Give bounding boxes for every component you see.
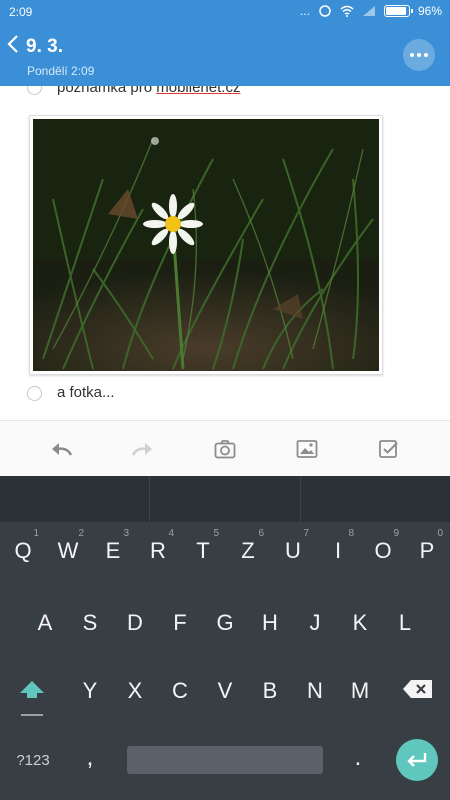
key-e[interactable]: 3E (93, 528, 133, 564)
note-date-title: 9. 3. (26, 36, 63, 57)
note-link[interactable]: mobilenet.cz (156, 86, 240, 96)
comma-key[interactable]: , (72, 744, 108, 772)
key-f[interactable]: F (160, 610, 200, 636)
keyboard-row-2: A S D F G H J K L (0, 610, 450, 650)
key-s[interactable]: S (70, 610, 110, 636)
attached-photo[interactable] (29, 115, 383, 375)
key-x[interactable]: X (115, 678, 155, 704)
key-i[interactable]: 8I (318, 528, 358, 564)
checklist-circle-icon[interactable] (27, 86, 42, 95)
key-w[interactable]: 2W (48, 528, 88, 564)
suggestion-slot-2[interactable] (150, 476, 301, 522)
key-g[interactable]: G (205, 610, 245, 636)
app-header: 9. 3. Pondělí 2:09 (0, 24, 450, 86)
soft-keyboard: 1Q 2W 3E 4R 5T 6Z 7U 8I 9O 0P A S D F G … (0, 476, 450, 800)
period-key[interactable]: . (340, 744, 376, 772)
more-options-button[interactable] (403, 39, 435, 71)
suggestion-slot-3[interactable] (301, 476, 450, 522)
battery-icon (383, 5, 413, 17)
key-y[interactable]: Y (70, 678, 110, 704)
editor-toolbar (0, 420, 450, 476)
wifi-icon (340, 5, 354, 17)
symbols-key[interactable]: ?123 (8, 752, 58, 769)
key-c[interactable]: C (160, 678, 200, 704)
checkbox-icon[interactable] (377, 437, 401, 461)
keyboard-row-1: 1Q 2W 3E 4R 5T 6Z 7U 8I 9O 0P (0, 528, 450, 578)
key-k[interactable]: K (340, 610, 380, 636)
camera-icon[interactable] (213, 437, 237, 461)
enter-arrow-icon (407, 753, 427, 767)
backspace-icon (403, 680, 432, 698)
checklist-circle-icon[interactable] (27, 386, 42, 401)
signal-icon (362, 6, 375, 16)
enter-key[interactable] (396, 739, 438, 781)
status-time: 2:09 (9, 5, 33, 19)
suggestion-bar (0, 476, 450, 522)
key-j[interactable]: J (295, 610, 335, 636)
suggestion-slot-1[interactable] (0, 476, 151, 522)
notification-dots: ... (299, 4, 310, 18)
grass-flower-illustration (33, 119, 379, 371)
key-a[interactable]: A (25, 610, 65, 636)
spacebar[interactable] (127, 746, 323, 774)
key-p[interactable]: 0P (407, 528, 447, 564)
key-r[interactable]: 4R (138, 528, 178, 564)
note-line-1[interactable]: poznámka pro mobilenet.cz (57, 86, 240, 96)
key-n[interactable]: N (295, 678, 335, 704)
daisy-photo (33, 119, 379, 371)
battery-percent: 96% (417, 4, 442, 18)
keyboard-row-3: Y X C V B N M (0, 678, 450, 718)
key-d[interactable]: D (115, 610, 155, 636)
redo-icon[interactable] (131, 437, 155, 461)
image-icon[interactable] (295, 437, 319, 461)
key-b[interactable]: B (250, 678, 290, 704)
key-h[interactable]: H (250, 610, 290, 636)
back-icon[interactable] (6, 34, 20, 59)
note-line-2[interactable]: a fotka... (57, 384, 115, 401)
sync-icon (319, 5, 331, 17)
shift-arrow-icon (20, 681, 44, 698)
undo-icon[interactable] (49, 437, 73, 461)
note-timestamp: Pondělí 2:09 (27, 64, 95, 78)
key-l[interactable]: L (385, 610, 425, 636)
status-bar: 2:09 ... 96% (0, 0, 450, 24)
key-t[interactable]: 5T (183, 528, 223, 564)
backspace-key[interactable] (398, 678, 438, 706)
key-v[interactable]: V (205, 678, 245, 704)
key-z[interactable]: 6Z (228, 528, 268, 564)
key-o[interactable]: 9O (363, 528, 403, 564)
note-editor[interactable]: poznámka pro mobilenet.cz a fotka... (0, 86, 450, 420)
key-q[interactable]: 1Q (3, 528, 43, 564)
key-m[interactable]: M (340, 678, 380, 704)
shift-key[interactable] (12, 678, 52, 716)
key-u[interactable]: 7U (273, 528, 313, 564)
